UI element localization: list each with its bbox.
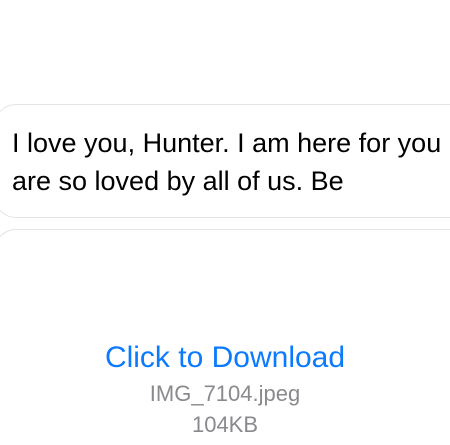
- download-link[interactable]: Click to Download: [0, 338, 450, 378]
- attachment-file-size: 104KB: [191, 412, 259, 437]
- next-message-bubble[interactable]: [0, 229, 450, 289]
- message-text: I love you, Hunter. I am here for you ar…: [12, 124, 450, 200]
- attachment-file-name: IMG_7104.jpeg: [149, 381, 301, 406]
- message-text-line-2: are so loved by all of us. Be: [12, 166, 344, 196]
- attachment-block: Click to Download IMG_7104.jpeg 104KB: [0, 338, 450, 440]
- conversation-view: I love you, Hunter. I am here for you ar…: [0, 0, 450, 445]
- message-text-line-1: I love you, Hunter. I am here for you: [12, 128, 442, 158]
- message-bubble[interactable]: I love you, Hunter. I am here for you ar…: [0, 104, 450, 218]
